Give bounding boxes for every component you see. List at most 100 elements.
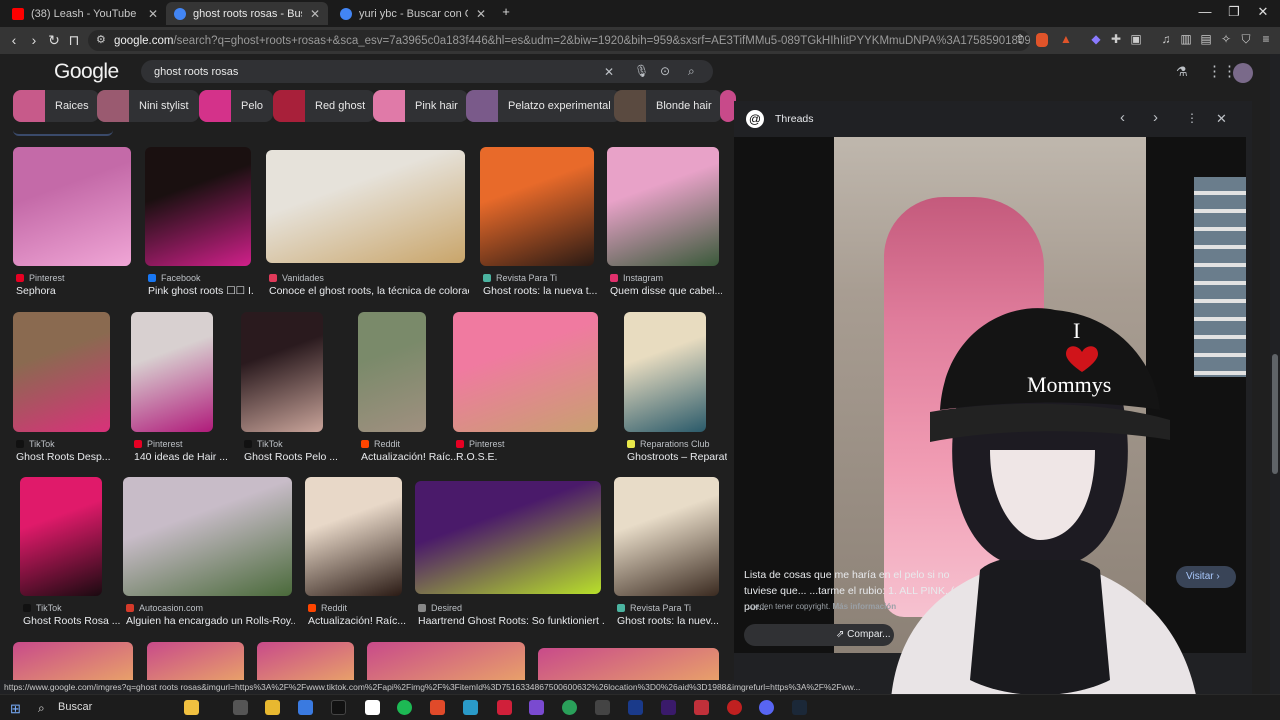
vpn-icon[interactable]: ⛉: [1238, 32, 1254, 48]
chip-raices[interactable]: Raices: [13, 90, 99, 122]
result-thumbnail[interactable]: [145, 147, 251, 266]
photoshop-icon[interactable]: [628, 700, 643, 715]
result-source[interactable]: Revista Para Ti: [483, 273, 557, 283]
app-icon[interactable]: [694, 700, 709, 715]
brave-icon[interactable]: [430, 700, 445, 715]
result-title[interactable]: Actualización! Raíc...: [308, 615, 408, 627]
result-thumbnail[interactable]: [13, 147, 131, 266]
app-icon[interactable]: [727, 700, 742, 715]
chrome-icon[interactable]: [562, 700, 577, 715]
result-source[interactable]: TikTok: [244, 439, 283, 449]
sidebar-icon[interactable]: ▥: [1178, 32, 1194, 48]
result-title[interactable]: Ghost roots: la nueva t...: [483, 285, 597, 297]
search-input[interactable]: ghost roots rosas: [141, 60, 713, 83]
chip-blonde-hair[interactable]: Blonde hair: [614, 90, 722, 122]
close-icon[interactable]: ✕: [1216, 111, 1227, 127]
result-source[interactable]: Instagram: [610, 273, 663, 283]
wallet-icon[interactable]: ▤: [1198, 32, 1214, 48]
close-tab-icon[interactable]: ✕: [476, 7, 486, 21]
labs-icon[interactable]: ⚗: [1176, 64, 1188, 80]
back-icon[interactable]: ‹: [6, 32, 22, 48]
page-scrollbar[interactable]: [1270, 54, 1280, 694]
result-title[interactable]: Ghost Roots Pelo ...: [244, 451, 344, 463]
rewards-icon[interactable]: ▲: [1058, 32, 1074, 48]
result-source[interactable]: Desired: [418, 603, 462, 613]
result-thumbnail[interactable]: [453, 312, 598, 432]
result-title[interactable]: Actualización! Raíc...: [361, 451, 461, 463]
tab-youtube[interactable]: (38) Leash - YouTube ✕: [4, 2, 166, 25]
copilot-icon[interactable]: [298, 700, 313, 715]
result-thumbnail[interactable]: [367, 642, 525, 680]
result-source[interactable]: Facebook: [148, 273, 201, 283]
lens-icon[interactable]: ⊙: [660, 64, 670, 78]
result-title[interactable]: Quem disse que cabel...: [610, 285, 722, 297]
result-thumbnail[interactable]: [13, 642, 133, 680]
steam-icon[interactable]: [792, 700, 807, 715]
site-info-icon[interactable]: ⚙: [96, 33, 106, 46]
app-icon[interactable]: [529, 700, 544, 715]
chip-red-ghost[interactable]: Red ghost: [273, 90, 376, 122]
result-thumbnail[interactable]: [538, 648, 719, 680]
task-view-icon[interactable]: [233, 700, 248, 715]
media-icon[interactable]: ♫: [1158, 32, 1174, 48]
tab-google-search-active[interactable]: ghost roots rosas - Buscar con Google ✕: [166, 2, 328, 25]
result-thumbnail[interactable]: [241, 312, 323, 432]
discord-icon[interactable]: [759, 700, 774, 715]
windows-start-icon[interactable]: ⊞: [10, 701, 21, 717]
next-icon[interactable]: ›: [1153, 109, 1158, 126]
extensions-icon[interactable]: ✚: [1108, 32, 1124, 48]
result-thumbnail[interactable]: [607, 147, 719, 266]
result-title[interactable]: Conoce el ghost roots, la técnica de col…: [269, 285, 469, 297]
result-source[interactable]: Autocasion.com: [126, 603, 203, 613]
result-title[interactable]: Ghost Roots Desp...: [16, 451, 116, 463]
close-tab-icon[interactable]: ✕: [148, 7, 158, 21]
result-source[interactable]: Pinterest: [456, 439, 505, 449]
result-title[interactable]: 140 ideas de Hair ...: [134, 451, 234, 463]
minimize-icon[interactable]: —: [1195, 4, 1215, 19]
spotify-icon[interactable]: [397, 700, 412, 715]
menu-icon[interactable]: ≡: [1258, 32, 1274, 48]
notion-icon[interactable]: [365, 700, 380, 715]
maximize-icon[interactable]: ❐: [1224, 4, 1244, 20]
search-icon[interactable]: ⌕: [688, 64, 695, 79]
result-thumbnail[interactable]: [20, 477, 102, 596]
previous-icon[interactable]: ‹: [1120, 109, 1125, 126]
taskbar-search-icon[interactable]: ⌕: [38, 701, 45, 716]
result-source[interactable]: Revista Para Ti: [617, 603, 691, 613]
chip-pelatzo-experimental[interactable]: Pelatzo experimental: [466, 90, 621, 122]
more-options-icon[interactable]: ⋮: [1186, 111, 1198, 125]
result-source[interactable]: Pinterest: [16, 273, 65, 283]
result-thumbnail[interactable]: [480, 147, 594, 266]
file-explorer-icon[interactable]: [265, 700, 280, 715]
result-thumbnail[interactable]: [305, 477, 402, 596]
result-source[interactable]: Pinterest: [134, 439, 183, 449]
result-source[interactable]: TikTok: [23, 603, 62, 613]
result-source[interactable]: TikTok: [16, 439, 55, 449]
result-title[interactable]: Ghost Roots Rosa ...: [23, 615, 123, 627]
share-icon[interactable]: ⇪: [1012, 32, 1028, 48]
app-icon[interactable]: [595, 700, 610, 715]
result-title[interactable]: Pink ghost roots ☐☐ I...: [148, 285, 254, 297]
avatar[interactable]: [1233, 63, 1253, 83]
result-thumbnail[interactable]: [147, 642, 244, 680]
bookmark-icon[interactable]: ⊓: [66, 32, 82, 49]
result-title[interactable]: R.O.S.E.: [456, 451, 601, 463]
result-title[interactable]: Ghostroots – Reparat...: [627, 451, 727, 463]
result-thumbnail[interactable]: [415, 481, 601, 594]
opera-icon[interactable]: [497, 700, 512, 715]
result-title[interactable]: Sephora: [16, 285, 134, 297]
tab-google-search[interactable]: yuri ybc - Buscar con Google ✕: [332, 2, 494, 25]
result-thumbnail[interactable]: [123, 477, 292, 596]
scrollbar-thumb[interactable]: [1272, 354, 1278, 474]
result-source[interactable]: Reddit: [361, 439, 400, 449]
brave-shield-icon[interactable]: [1036, 33, 1048, 47]
result-thumbnail[interactable]: [624, 312, 706, 432]
chip-nini-stylist[interactable]: Nini stylist: [97, 90, 199, 122]
result-title[interactable]: Alguien ha encargado un Rolls-Roy...: [126, 615, 295, 627]
premiere-icon[interactable]: [661, 700, 676, 715]
chip-pink-hair[interactable]: Pink hair: [373, 90, 468, 122]
new-tab-icon[interactable]: +: [496, 4, 516, 19]
chip-pelo[interactable]: Pelo: [199, 90, 274, 122]
ai-icon[interactable]: ✧: [1218, 32, 1234, 48]
result-source[interactable]: Reddit: [308, 603, 347, 613]
